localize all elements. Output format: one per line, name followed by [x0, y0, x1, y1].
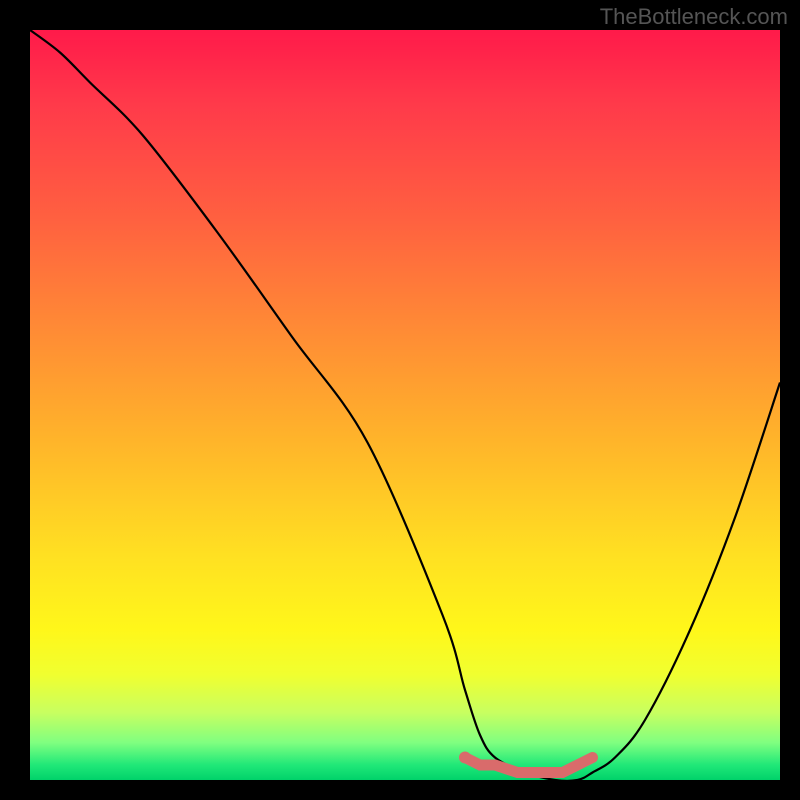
- watermark-text: TheBottleneck.com: [600, 4, 788, 30]
- chart-gradient-background: [30, 30, 780, 780]
- chart-svg: [30, 30, 780, 780]
- bottleneck-curve: [30, 30, 780, 781]
- minimum-marker-line: [465, 758, 593, 773]
- minimum-marker-start-dot: [459, 752, 471, 764]
